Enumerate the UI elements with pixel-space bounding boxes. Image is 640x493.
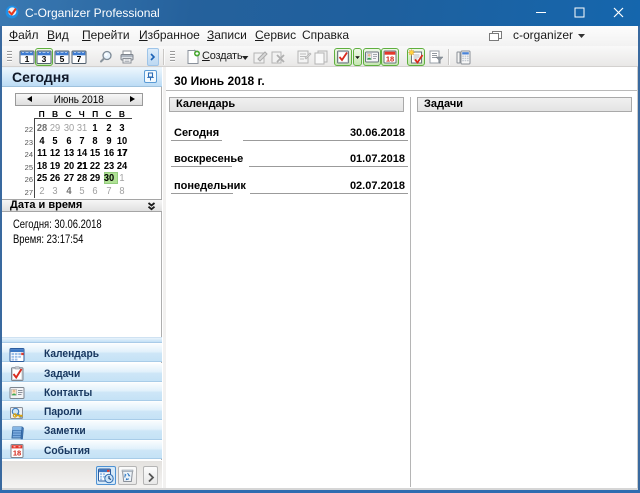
svg-text:7: 7	[77, 54, 82, 64]
svg-text:18: 18	[386, 55, 394, 64]
svg-text:5: 5	[60, 54, 65, 64]
svg-text:3: 3	[42, 54, 47, 64]
svg-text:18: 18	[13, 449, 21, 458]
svg-text:1: 1	[25, 54, 30, 64]
